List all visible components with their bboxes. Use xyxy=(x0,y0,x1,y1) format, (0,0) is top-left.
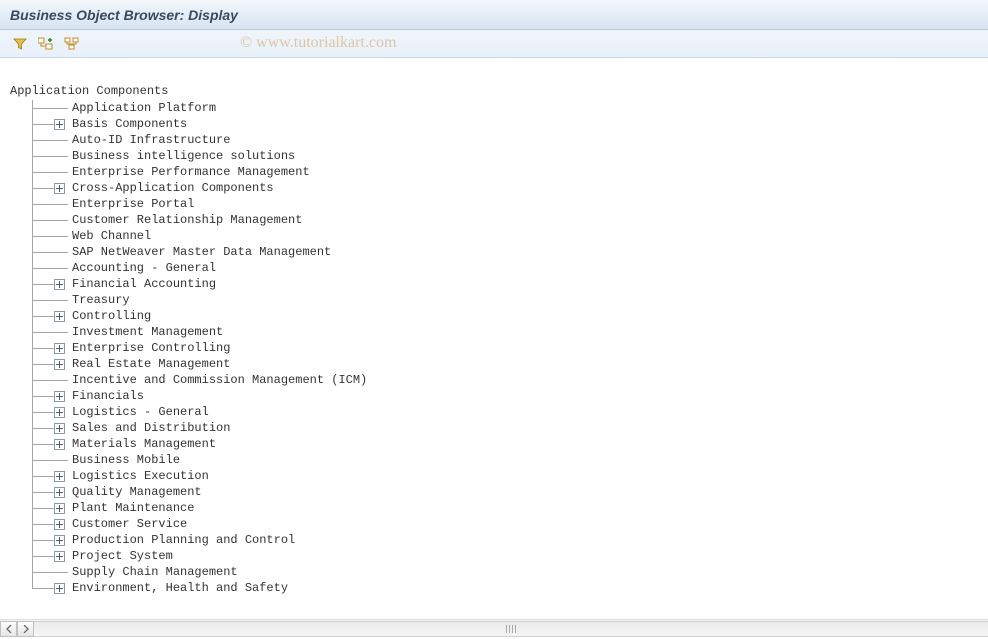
expand-icon[interactable] xyxy=(54,487,65,498)
chevron-right-icon xyxy=(23,625,29,633)
tree-item[interactable]: Incentive and Commission Management (ICM… xyxy=(32,372,988,388)
expand-icon[interactable] xyxy=(54,279,65,290)
tree-item[interactable]: SAP NetWeaver Master Data Management xyxy=(32,244,988,260)
expand-subtree-icon xyxy=(64,37,80,51)
tree-item-label: Controlling xyxy=(72,309,151,323)
tree-item-label: Production Planning and Control xyxy=(72,533,295,547)
expand-icon[interactable] xyxy=(54,551,65,562)
scroll-right-button[interactable] xyxy=(17,621,34,637)
expand-icon[interactable] xyxy=(54,535,65,546)
tree-item-label: Business Mobile xyxy=(72,453,180,467)
tree-item[interactable]: Accounting - General xyxy=(32,260,988,276)
tree-item-label: Real Estate Management xyxy=(72,357,230,371)
tree-item-label: Web Channel xyxy=(72,229,151,243)
tree-item-label: Quality Management xyxy=(72,485,202,499)
tree-item-label: Customer Service xyxy=(72,517,187,531)
tree-item-label: Financial Accounting xyxy=(72,277,216,291)
expand-icon[interactable] xyxy=(54,519,65,530)
tree-content: Application Components Application Platf… xyxy=(0,58,988,619)
tree-item[interactable]: Enterprise Controlling xyxy=(32,340,988,356)
tree-item[interactable]: Treasury xyxy=(32,292,988,308)
tree-item[interactable]: Plant Maintenance xyxy=(32,500,988,516)
expand-icon[interactable] xyxy=(54,423,65,434)
expand-icon[interactable] xyxy=(54,183,65,194)
tree-item-label: Project System xyxy=(72,549,173,563)
expand-subtree-button[interactable] xyxy=(62,34,82,54)
tree-item[interactable]: Enterprise Portal xyxy=(32,196,988,212)
tree-item-label: Cross-Application Components xyxy=(72,181,274,195)
tree-item[interactable]: Auto-ID Infrastructure xyxy=(32,132,988,148)
tree-item-label: Financials xyxy=(72,389,144,403)
filter-button[interactable] xyxy=(10,34,30,54)
chevron-left-icon xyxy=(6,625,12,633)
tree-item[interactable]: Business intelligence solutions xyxy=(32,148,988,164)
tree-item-label: Investment Management xyxy=(72,325,223,339)
tree-item-label: Logistics Execution xyxy=(72,469,209,483)
tree-item[interactable]: Environment, Health and Safety xyxy=(32,580,988,596)
page-title: Business Object Browser: Display xyxy=(10,7,238,23)
tree-item-label: Sales and Distribution xyxy=(72,421,230,435)
tree-item-label: SAP NetWeaver Master Data Management xyxy=(72,245,331,259)
expand-icon[interactable] xyxy=(54,471,65,482)
tree-item[interactable]: Logistics - General xyxy=(32,404,988,420)
tree-item-label: Basis Components xyxy=(72,117,187,131)
tree-item-label: Materials Management xyxy=(72,437,216,451)
tree-item[interactable]: Sales and Distribution xyxy=(32,420,988,436)
tree-item[interactable]: Customer Relationship Management xyxy=(32,212,988,228)
tree-item-label: Application Platform xyxy=(72,101,216,115)
tree-item[interactable]: Web Channel xyxy=(32,228,988,244)
expand-icon[interactable] xyxy=(54,343,65,354)
tree-item[interactable]: Quality Management xyxy=(32,484,988,500)
tree-item[interactable]: Application Platform xyxy=(32,100,988,116)
expand-icon[interactable] xyxy=(54,391,65,402)
tree-item-label: Treasury xyxy=(72,293,130,307)
tree-item[interactable]: Customer Service xyxy=(32,516,988,532)
scroll-left-button[interactable] xyxy=(0,621,17,637)
tree-item-label: Auto-ID Infrastructure xyxy=(72,133,230,147)
tree-item-label: Accounting - General xyxy=(72,261,216,275)
add-node-icon xyxy=(38,37,54,51)
expand-icon[interactable] xyxy=(54,407,65,418)
tree-item-label: Customer Relationship Management xyxy=(72,213,302,227)
expand-icon[interactable] xyxy=(54,439,65,450)
tree-item-label: Enterprise Portal xyxy=(72,197,194,211)
tree-item-label: Plant Maintenance xyxy=(72,501,194,515)
toolbar: © www.tutorialkart.com xyxy=(0,30,988,58)
scroll-grip-icon xyxy=(504,625,518,633)
tree-item-label: Supply Chain Management xyxy=(72,565,238,579)
scroll-track[interactable] xyxy=(34,621,988,637)
expand-icon[interactable] xyxy=(54,583,65,594)
tree-item-label: Enterprise Controlling xyxy=(72,341,230,355)
tree-item[interactable]: Logistics Execution xyxy=(32,468,988,484)
tree-item[interactable]: Cross-Application Components xyxy=(32,180,988,196)
tree-item[interactable]: Real Estate Management xyxy=(32,356,988,372)
expand-icon[interactable] xyxy=(54,359,65,370)
tree-item-label: Business intelligence solutions xyxy=(72,149,295,163)
add-node-button[interactable] xyxy=(36,34,56,54)
tree-item[interactable]: Project System xyxy=(32,548,988,564)
watermark: © www.tutorialkart.com xyxy=(240,34,396,52)
expand-icon[interactable] xyxy=(54,119,65,130)
tree-item[interactable]: Enterprise Performance Management xyxy=(32,164,988,180)
filter-icon xyxy=(13,37,27,51)
horizontal-scrollbar[interactable] xyxy=(0,619,988,637)
tree-item[interactable]: Investment Management xyxy=(32,324,988,340)
tree-item[interactable]: Business Mobile xyxy=(32,452,988,468)
tree-item[interactable]: Controlling xyxy=(32,308,988,324)
tree-item-label: Incentive and Commission Management (ICM… xyxy=(72,373,367,387)
tree-root[interactable]: Application Components xyxy=(10,84,988,98)
expand-icon[interactable] xyxy=(54,311,65,322)
tree-item[interactable]: Financials xyxy=(32,388,988,404)
tree-item[interactable]: Production Planning and Control xyxy=(32,532,988,548)
tree-item[interactable]: Supply Chain Management xyxy=(32,564,988,580)
tree-item[interactable]: Basis Components xyxy=(32,116,988,132)
tree-item-label: Logistics - General xyxy=(72,405,209,419)
titlebar: Business Object Browser: Display xyxy=(0,0,988,30)
tree-item-label: Environment, Health and Safety xyxy=(72,581,288,595)
tree: Application Platform Basis Components Auto… xyxy=(32,100,988,596)
expand-icon[interactable] xyxy=(54,503,65,514)
tree-item[interactable]: Materials Management xyxy=(32,436,988,452)
tree-item[interactable]: Financial Accounting xyxy=(32,276,988,292)
tree-item-label: Enterprise Performance Management xyxy=(72,165,310,179)
